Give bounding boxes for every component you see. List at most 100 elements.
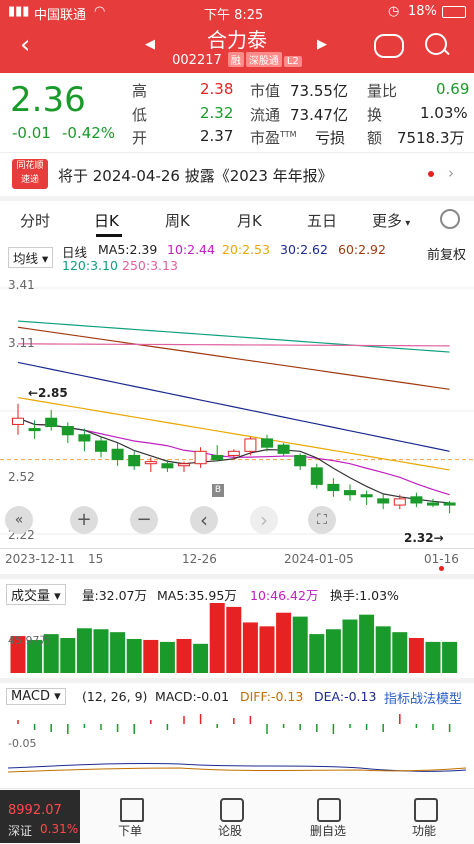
news-banner[interactable]: 同花顺 速递 将于 2024-04-26 披露《2023 年年报》 ›: [0, 155, 474, 193]
chevron-down-icon: ▾: [402, 218, 411, 229]
section-gap: [0, 196, 474, 201]
tag-margin: 融: [227, 52, 244, 67]
section-gap: [0, 678, 474, 683]
ma250-value: 250:3.13: [122, 258, 178, 273]
high-value: 2.38: [200, 80, 234, 98]
tab-weekly-k[interactable]: 周K: [165, 210, 190, 231]
vol-ratio-label: 量比: [367, 82, 398, 100]
battery-level: 18%: [408, 4, 437, 19]
low-annotation: 2.32→: [404, 531, 444, 545]
b-marker-icon[interactable]: B: [212, 484, 224, 497]
clock: 下午 8:25: [204, 8, 264, 23]
volume-bar-12: [209, 603, 225, 673]
candle-21: [360, 490, 373, 506]
news-logo: 同花顺 速递: [12, 159, 48, 189]
volume-bar-7: [126, 638, 142, 673]
volume-bar-11: [193, 643, 209, 673]
search-icon[interactable]: [425, 33, 447, 55]
signal-icon: ▮▮▮: [8, 4, 30, 19]
volume-bar-15: [259, 626, 275, 673]
price-change: -0.01: [12, 124, 51, 142]
y-tick-3.11: 3.11: [8, 336, 35, 350]
scroll-left-button[interactable]: ‹: [190, 506, 218, 534]
ma20-value: 20:2.53: [222, 242, 270, 257]
zoom-in-button[interactable]: +: [70, 506, 98, 534]
macd-selector[interactable]: MACD ▾: [6, 688, 66, 705]
discuss-icon[interactable]: [220, 798, 244, 822]
high-label: 高: [132, 82, 148, 100]
order-label[interactable]: 下单: [118, 822, 142, 839]
ma-selector[interactable]: 均线 ▾: [8, 247, 54, 268]
macd-chart: [7, 714, 467, 773]
open-label: 开: [132, 129, 148, 147]
ma250-line: [17, 343, 450, 347]
ma60-value: 60:2.92: [338, 242, 386, 257]
index-value: 8992.07: [8, 803, 62, 818]
float-value: 73.47亿: [290, 106, 348, 124]
volume-bar-13: [226, 606, 242, 673]
header-bar: ▮▮▮ 中国联通 ◠ 下午 8:25 ◷ 18% ‹ ◀ 合力泰 ▶ 00221…: [0, 0, 474, 73]
x-label-15: 15: [88, 552, 104, 566]
order-icon[interactable]: [120, 798, 144, 822]
tab-five-day[interactable]: 五日: [307, 210, 337, 231]
candle-11: [194, 447, 207, 468]
adjust-mode-button[interactable]: 前复权: [427, 244, 466, 263]
volume-bar-24: [408, 638, 424, 673]
tab-active-indicator: [96, 234, 122, 237]
pe-ttm: TTM: [280, 130, 297, 139]
news-logo-bottom: 速递: [20, 175, 39, 185]
next-stock-icon[interactable]: ▶: [317, 37, 327, 52]
low-label: 低: [132, 106, 148, 124]
index-pct: 0.31%: [40, 822, 79, 836]
macd-params: (12, 26, 9): [82, 689, 148, 704]
tab-monthly-k[interactable]: 月K: [237, 210, 262, 231]
float-label: 流通: [250, 106, 281, 124]
mcap-label: 市值: [250, 82, 281, 100]
stock-code-row: 002217 融深股通 L2: [0, 52, 474, 68]
collapse-icon[interactable]: «: [5, 506, 33, 534]
amount-value: 7518.3万: [397, 129, 465, 147]
high-annotation: ←2.85: [28, 386, 68, 400]
functions-icon[interactable]: [414, 798, 438, 822]
indicator-model-link[interactable]: 指标战法模型: [384, 688, 462, 707]
robot-assistant-icon[interactable]: [374, 34, 404, 58]
volume-bar-23: [392, 632, 408, 673]
alarm-icon: ◷: [388, 4, 400, 19]
volume-bar-26: [442, 641, 458, 673]
zoom-out-button[interactable]: −: [130, 506, 158, 534]
volume-bar-9: [159, 641, 175, 673]
remove-watchlist-icon[interactable]: [317, 798, 341, 822]
ma5-value: MA5:2.39: [98, 242, 158, 257]
settings-icon[interactable]: [440, 209, 460, 229]
current-price: 2.36: [10, 80, 86, 120]
volume-bar-21: [359, 614, 375, 673]
section-gap: [0, 574, 474, 579]
chevron-right-icon: ›: [448, 164, 454, 182]
discuss-label[interactable]: 论股: [218, 822, 242, 839]
volume-bar-8: [143, 639, 159, 673]
y-tick-2.52: 2.52: [8, 470, 35, 484]
candle-2: [45, 409, 58, 431]
tab-daily-k[interactable]: 日K: [94, 210, 119, 231]
pe-label: 市盈TTM: [250, 129, 297, 147]
unread-dot: [428, 171, 434, 177]
diff-value: DIFF:-0.13: [240, 689, 304, 704]
x-label-01-16: 01-16: [424, 552, 459, 566]
ma30-value: 30:2.62: [280, 242, 328, 257]
fullscreen-icon[interactable]: ⛶: [308, 506, 336, 534]
candle-6: [111, 443, 124, 466]
tab-minute[interactable]: 分时: [20, 210, 50, 231]
tab-more[interactable]: 更多 ▾: [372, 210, 410, 231]
x-label-start: 2023-12-11: [5, 552, 75, 566]
scroll-right-button[interactable]: ›: [250, 506, 278, 534]
volume-bar-14: [242, 622, 258, 673]
today-dot: [439, 566, 444, 571]
remove-watchlist-label[interactable]: 删自选: [310, 822, 346, 839]
candle-16: [277, 443, 290, 456]
volume-bar-25: [425, 641, 441, 673]
functions-label[interactable]: 功能: [412, 822, 436, 839]
y-tick-3.41: 3.41: [8, 278, 35, 292]
wifi-icon: ◠: [94, 4, 106, 19]
kline-chart[interactable]: [0, 276, 474, 576]
volume-bar-18: [309, 634, 325, 673]
